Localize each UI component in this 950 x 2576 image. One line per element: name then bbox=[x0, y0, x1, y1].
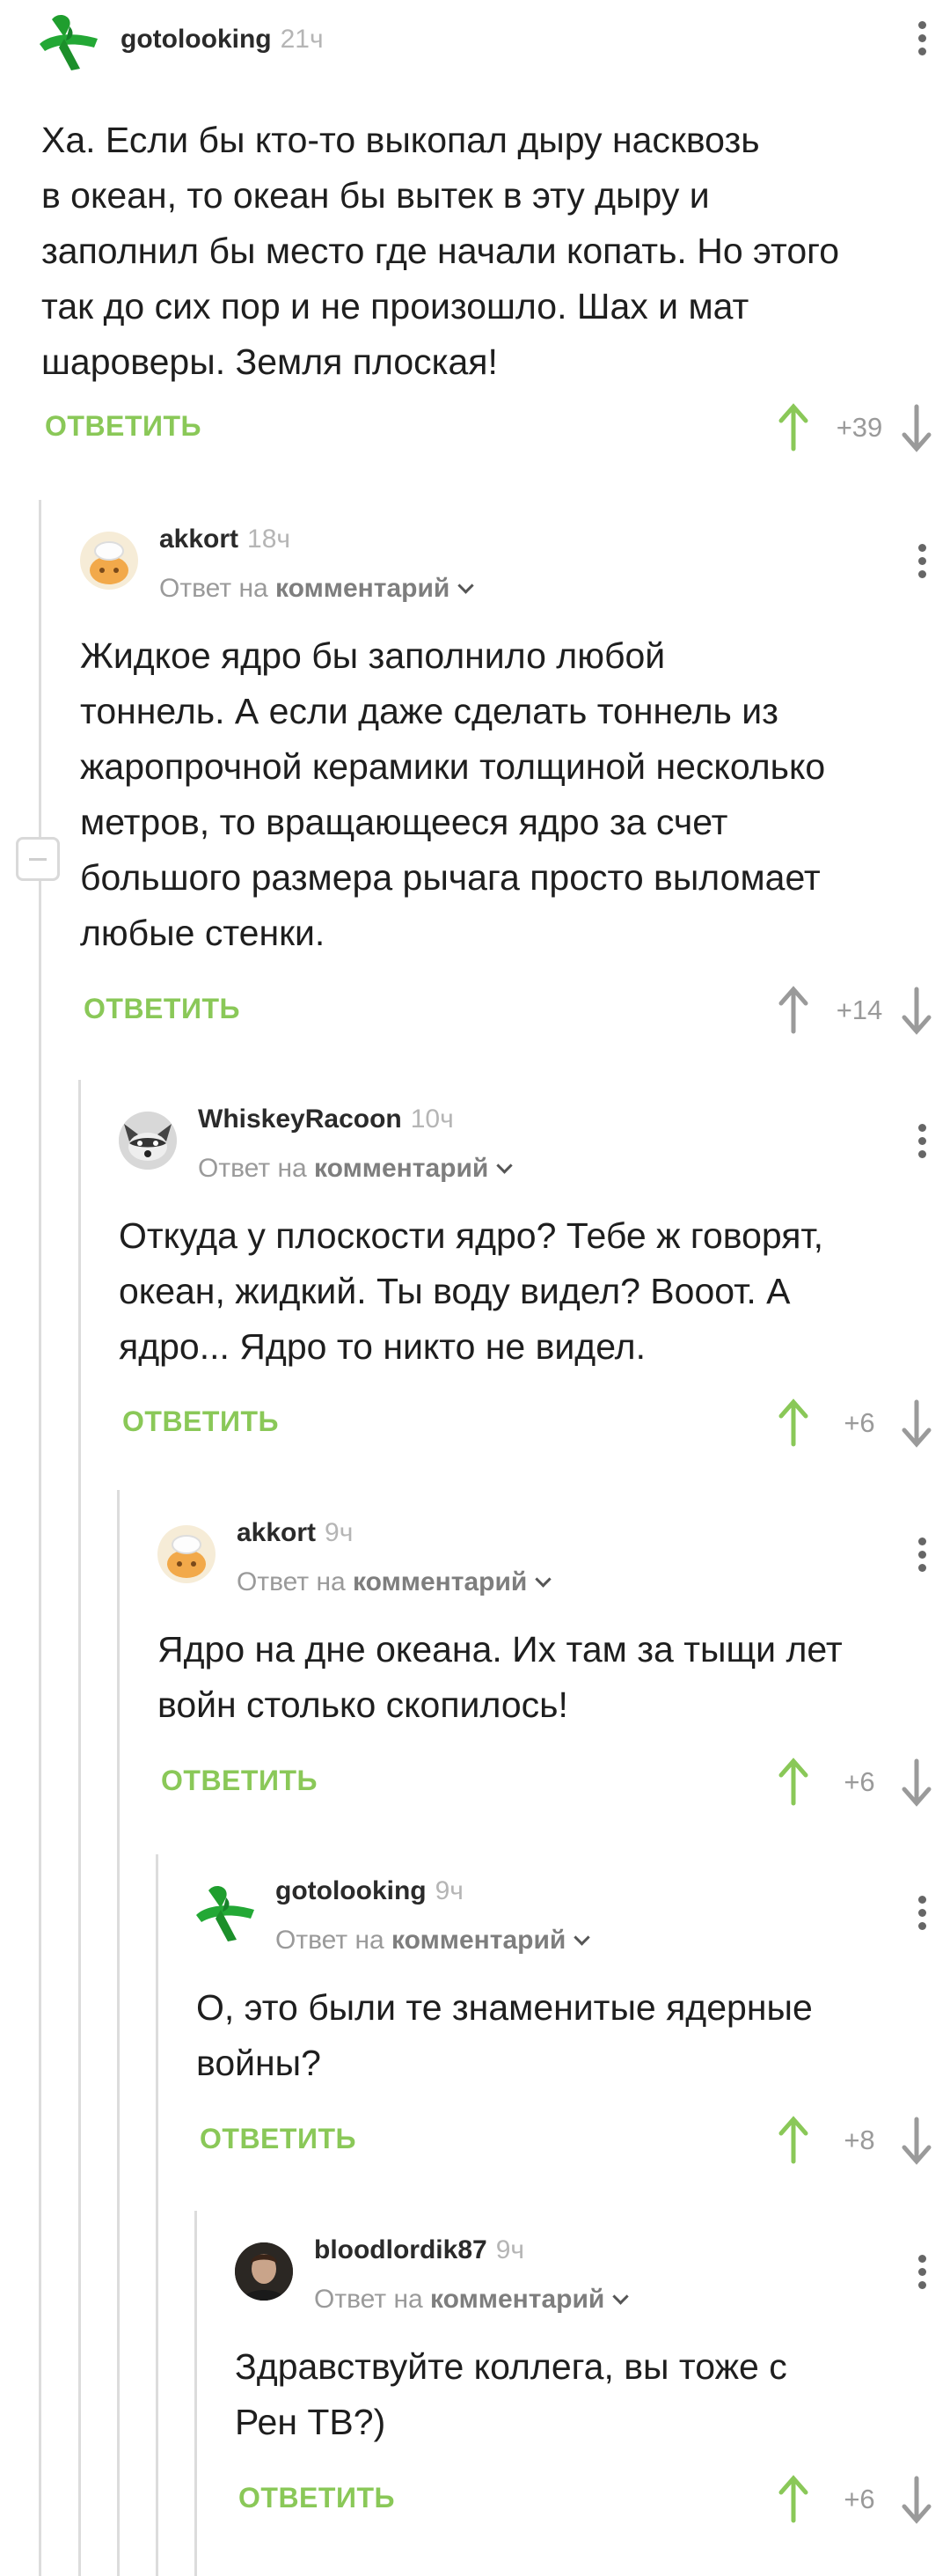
comment-time: 9ч bbox=[325, 1518, 354, 1547]
comment-time: 9ч bbox=[435, 1876, 464, 1905]
downvote-arrow-icon[interactable] bbox=[899, 984, 934, 1037]
chevron-down-icon bbox=[535, 1571, 552, 1588]
chevron-down-icon bbox=[574, 1929, 591, 1946]
reply-to-link[interactable]: Ответ на комментарий bbox=[159, 574, 475, 604]
reply-button[interactable]: ОТВЕТИТЬ bbox=[238, 2482, 395, 2514]
collapse-thread-button[interactable] bbox=[16, 837, 60, 881]
vote-score: +14 bbox=[836, 994, 883, 1025]
comment-time: 10ч bbox=[410, 1105, 454, 1134]
more-options-icon[interactable] bbox=[918, 544, 927, 583]
upvote-arrow-icon[interactable] bbox=[776, 2114, 811, 2167]
comment-text: Откуда у плоскости ядро? Тебе ж говорят,… bbox=[119, 1215, 824, 1367]
avatar[interactable] bbox=[119, 1112, 177, 1170]
comment-text: Жидкое ядро бы заполнило любой тоннель. … bbox=[80, 635, 826, 953]
more-options-icon[interactable] bbox=[918, 1538, 927, 1577]
downvote-arrow-icon[interactable] bbox=[899, 2114, 934, 2167]
vote-score: +6 bbox=[844, 1407, 875, 1438]
comment-text: Ха. Если бы кто-то выкопал дыру насквозь… bbox=[41, 120, 840, 382]
reply-to-link[interactable]: Ответ на комментарий bbox=[275, 1926, 591, 1956]
vote-score: +8 bbox=[844, 2125, 875, 2155]
more-options-icon[interactable] bbox=[918, 21, 927, 61]
reply-button[interactable]: ОТВЕТИТЬ bbox=[200, 2123, 356, 2155]
comment-text: Здравствуйте коллега, вы тоже с Рен ТВ?) bbox=[235, 2346, 787, 2442]
upvote-arrow-icon[interactable] bbox=[776, 401, 811, 454]
comment-author[interactable]: akkort 9ч bbox=[237, 1518, 353, 1548]
reply-button[interactable]: ОТВЕТИТЬ bbox=[122, 1405, 279, 1438]
comment: bloodlordik87 9ч Ответ на комментарий Здр… bbox=[235, 2227, 950, 2543]
reply-button[interactable]: ОТВЕТИТЬ bbox=[84, 993, 240, 1025]
thread-line-1 bbox=[39, 500, 41, 2576]
comment-time: 21ч bbox=[280, 25, 324, 54]
reply-to-link[interactable]: Ответ на комментарий bbox=[314, 2285, 630, 2315]
chef-cat-icon bbox=[90, 541, 128, 584]
chevron-down-icon bbox=[612, 2288, 630, 2305]
reply-to-link[interactable]: Ответ на комментарий bbox=[198, 1154, 514, 1184]
comment-author[interactable]: WhiskeyRacoon 10ч bbox=[198, 1105, 454, 1134]
more-options-icon[interactable] bbox=[918, 1124, 927, 1163]
reply-button[interactable]: ОТВЕТИТЬ bbox=[45, 410, 201, 443]
more-options-icon[interactable] bbox=[918, 2255, 927, 2294]
comment-author[interactable]: gotolooking 21ч bbox=[121, 25, 324, 55]
vote-controls: +14 bbox=[723, 984, 934, 1037]
avatar[interactable] bbox=[40, 12, 98, 70]
reply-to-link[interactable]: Ответ на комментарий bbox=[237, 1567, 552, 1597]
comment-text: О, это были те знаменитые ядерные войны? bbox=[196, 1987, 813, 2083]
upvote-arrow-icon[interactable] bbox=[776, 1756, 811, 1809]
thread-line-4 bbox=[156, 1854, 158, 2576]
thread-line-2 bbox=[78, 1080, 81, 2576]
vote-score: +6 bbox=[844, 2484, 875, 2514]
comment: gotolooking 9ч Ответ на комментарий О, эт… bbox=[196, 1868, 950, 2184]
reply-button[interactable]: ОТВЕТИТЬ bbox=[161, 1765, 318, 1797]
vote-controls: +6 bbox=[723, 2473, 934, 2526]
avatar[interactable] bbox=[157, 1525, 216, 1583]
comment-time: 9ч bbox=[495, 2235, 525, 2264]
green-ribbon-icon bbox=[40, 14, 98, 70]
downvote-arrow-icon[interactable] bbox=[899, 1397, 934, 1449]
raccoon-icon bbox=[119, 1112, 177, 1170]
downvote-arrow-icon[interactable] bbox=[899, 2473, 934, 2526]
comment: akkort 9ч Ответ на комментарий Ядро на дн… bbox=[157, 1509, 950, 1826]
avatar[interactable] bbox=[235, 2242, 293, 2301]
comment-author[interactable]: bloodlordik87 9ч bbox=[314, 2235, 524, 2265]
vote-controls: +8 bbox=[723, 2114, 934, 2167]
avatar[interactable] bbox=[80, 532, 138, 590]
comment-time: 18ч bbox=[247, 525, 291, 554]
comment-author[interactable]: gotolooking 9ч bbox=[275, 1876, 464, 1906]
comment: WhiskeyRacoon 10ч Ответ на комментарий От… bbox=[119, 1096, 950, 1465]
downvote-arrow-icon[interactable] bbox=[899, 401, 934, 454]
upvote-arrow-icon[interactable] bbox=[776, 2473, 811, 2526]
comment: gotolooking 21ч Ха. Если бы кто-то выкопа… bbox=[40, 0, 950, 458]
more-options-icon[interactable] bbox=[918, 1896, 927, 1935]
upvote-arrow-icon[interactable] bbox=[776, 984, 811, 1037]
chef-cat-icon bbox=[167, 1535, 206, 1578]
chevron-down-icon bbox=[496, 1157, 514, 1174]
vote-score: +6 bbox=[844, 1766, 875, 1797]
thread-line-3 bbox=[117, 1490, 120, 2576]
vote-controls: +39 bbox=[723, 401, 934, 454]
avatar[interactable] bbox=[196, 1883, 254, 1941]
chevron-down-icon bbox=[457, 577, 475, 594]
vote-controls: +6 bbox=[723, 1397, 934, 1449]
vote-score: +39 bbox=[836, 412, 883, 443]
downvote-arrow-icon[interactable] bbox=[899, 1756, 934, 1809]
thread-line-5 bbox=[194, 2211, 197, 2576]
person-photo-icon bbox=[235, 2242, 293, 2301]
vote-controls: +6 bbox=[723, 1756, 934, 1809]
green-ribbon-icon bbox=[196, 1885, 254, 1941]
comment-text: Ядро на дне океана. Их там за тыщи лет в… bbox=[157, 1629, 843, 1725]
comment-author[interactable]: akkort 18ч bbox=[159, 525, 290, 554]
upvote-arrow-icon[interactable] bbox=[776, 1397, 811, 1449]
comment: akkort 18ч Ответ на комментарий Жидкое яд… bbox=[80, 516, 950, 1044]
